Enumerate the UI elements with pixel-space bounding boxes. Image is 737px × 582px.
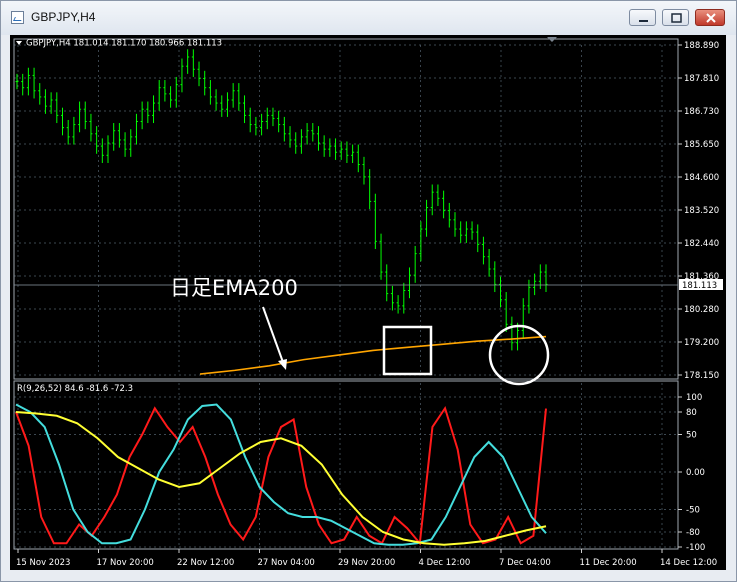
restore-icon: [663, 10, 688, 25]
current-price-label: 181.113: [682, 281, 717, 291]
price-chart-svg[interactable]: 188.890 187.810 186.730 185.650 184.600 183.5…: [10, 35, 726, 570]
price-tick-label: 180.280: [684, 305, 719, 315]
annotation-arrow-icon: [262, 306, 287, 370]
indicator-panel-border: [13, 380, 679, 550]
indicator-cyan-line: [15, 403, 547, 546]
chart-window: GBPJPY,H4 188.890 187.810 186.730 185.650 18…: [0, 0, 737, 582]
price-axis: 188.890 187.810 186.730 185.650 184.600 183.5…: [678, 41, 719, 381]
time-tick-label: 27 Nov 04:00: [258, 558, 315, 568]
time-tick-label: 7 Dec 04:00: [499, 558, 551, 568]
indicator-tick-label: 100: [686, 393, 702, 403]
window-title: GBPJPY,H4: [31, 10, 96, 24]
ema-annotation-text: 日足EMA200: [170, 276, 298, 300]
indicator-yellow-line: [15, 411, 547, 546]
indicator-axis: 100 80 50 0.00 -50 -80 -100: [678, 393, 705, 553]
candles: [15, 49, 548, 351]
time-axis: 15 Nov 2023 17 Nov 20:00 22 Nov 12:00 27 No…: [16, 549, 717, 568]
indicator-info-text: R(9,26,52) 84.6 -81.6 -72.3: [17, 384, 133, 394]
indicator-tick-label: 0.00: [686, 468, 705, 478]
main-grid: [14, 44, 678, 376]
price-tick-label: 187.810: [684, 74, 719, 84]
time-tick-label: 29 Nov 20:00: [338, 558, 395, 568]
indicator-grid: [14, 383, 678, 548]
minimize-button[interactable]: [629, 9, 656, 26]
price-tick-label: 186.730: [684, 107, 719, 117]
time-tick-label: 15 Nov 2023: [16, 558, 70, 568]
time-tick-label: 22 Nov 12:00: [177, 558, 234, 568]
time-tick-label: 11 Dec 20:00: [580, 558, 637, 568]
close-button[interactable]: [695, 9, 725, 26]
time-tick-label: 14 Dec 12:00: [660, 558, 717, 568]
title-bar[interactable]: GBPJPY,H4: [1, 1, 736, 35]
main-info-text: GBPJPY,H4 181.014 181.170 180.966 181.11…: [26, 39, 222, 49]
minimize-icon: [630, 10, 655, 25]
indicator-tick-label: 50: [686, 431, 697, 441]
indicator-tick-label: -80: [686, 528, 700, 538]
price-tick-label: 182.440: [684, 239, 719, 249]
highlight-box: [382, 325, 433, 376]
time-tick-label: 4 Dec 12:00: [419, 558, 471, 568]
maximize-button[interactable]: [662, 9, 689, 26]
indicator-tick-label: -100: [686, 543, 705, 553]
chart-window-icon: [11, 11, 24, 24]
collapse-triangle-icon[interactable]: [16, 41, 22, 45]
price-tick-label: 179.200: [684, 338, 719, 348]
price-tick-label: 188.890: [684, 41, 719, 51]
price-tick-label: 184.600: [684, 173, 719, 183]
time-tick-label: 17 Nov 20:00: [97, 558, 154, 568]
price-tick-label: 185.650: [684, 140, 719, 150]
price-tick-label: 183.520: [684, 206, 719, 216]
indicator-tick-label: 80: [686, 408, 697, 418]
close-icon: [696, 10, 724, 25]
chart-canvas[interactable]: 188.890 187.810 186.730 185.650 184.600 183.5…: [10, 35, 726, 570]
price-tick-label: 178.150: [684, 371, 719, 381]
indicator-tick-label: -50: [686, 506, 700, 516]
main-panel-border: [13, 38, 679, 380]
